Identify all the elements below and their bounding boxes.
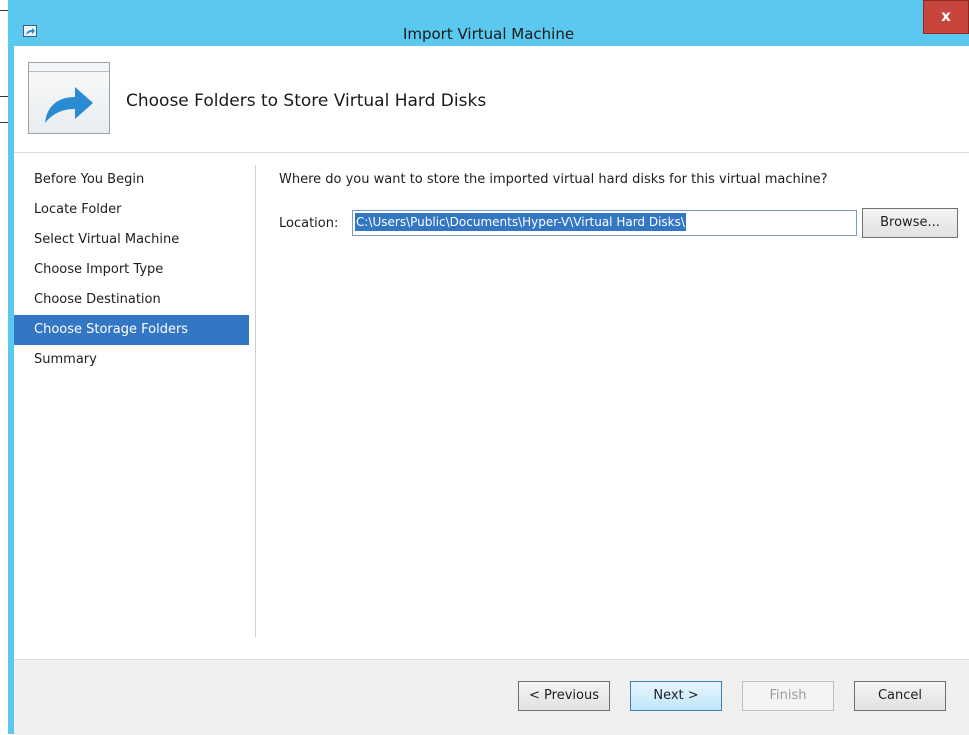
curved-arrow-icon <box>45 87 93 123</box>
dialog-client: Choose Folders to Store Virtual Hard Dis… <box>14 46 969 735</box>
nav-item-summary[interactable]: Summary <box>14 345 249 375</box>
desktop-edge-mark <box>0 122 8 123</box>
nav-item-choose-import-type[interactable]: Choose Import Type <box>14 255 249 285</box>
previous-button[interactable]: < Previous <box>518 681 610 711</box>
browse-button[interactable]: Browse... <box>862 208 958 238</box>
title-bar[interactable]: Import Virtual Machine x <box>8 0 969 43</box>
desktop-edge <box>0 0 8 734</box>
header-banner: Choose Folders to Store Virtual Hard Dis… <box>14 46 969 153</box>
wizard-footer: < Previous Next > Finish Cancel <box>14 659 969 735</box>
nav-divider <box>255 165 256 637</box>
nav-item-locate-folder[interactable]: Locate Folder <box>14 195 249 225</box>
location-value: C:\Users\Public\Documents\Hyper-V\Virtua… <box>355 213 686 231</box>
content-pane: Where do you want to store the imported … <box>279 165 959 238</box>
location-input[interactable]: C:\Users\Public\Documents\Hyper-V\Virtua… <box>352 210 857 236</box>
import-vm-dialog: Import Virtual Machine x Choose Folders … <box>8 0 969 735</box>
wizard-body: Before You Begin Locate Folder Select Vi… <box>14 153 969 659</box>
wizard-steps: Before You Begin Locate Folder Select Vi… <box>14 165 254 375</box>
nav-item-before-you-begin[interactable]: Before You Begin <box>14 165 249 195</box>
location-label: Location: <box>279 216 339 231</box>
window-title: Import Virtual Machine <box>402 25 575 43</box>
close-button[interactable]: x <box>923 0 969 34</box>
next-button[interactable]: Next > <box>630 681 722 711</box>
page-title: Choose Folders to Store Virtual Hard Dis… <box>126 91 487 111</box>
desktop-edge-mark <box>0 96 8 97</box>
import-wizard-icon <box>28 62 110 134</box>
location-row: Location: C:\Users\Public\Documents\Hype… <box>279 208 959 238</box>
finish-button[interactable]: Finish <box>742 681 834 711</box>
nav-item-choose-storage-folders[interactable]: Choose Storage Folders <box>14 315 249 345</box>
nav-item-select-virtual-machine[interactable]: Select Virtual Machine <box>14 225 249 255</box>
nav-item-choose-destination[interactable]: Choose Destination <box>14 285 249 315</box>
desktop-edge-mark <box>0 10 8 11</box>
cancel-button[interactable]: Cancel <box>854 681 946 711</box>
storage-question: Where do you want to store the imported … <box>279 172 828 187</box>
